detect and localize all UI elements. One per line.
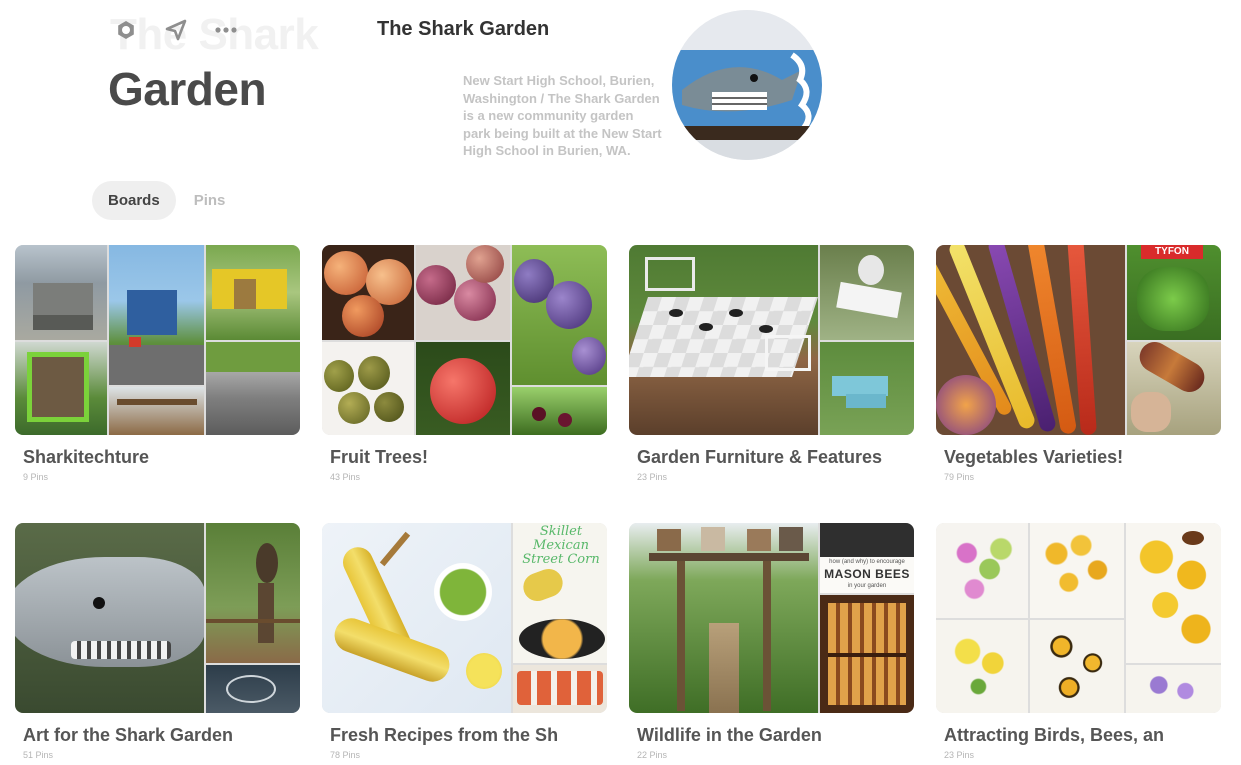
- board-cover[interactable]: [15, 523, 300, 713]
- board-title: Garden Furniture & Features: [637, 447, 883, 467]
- avatar[interactable]: [672, 10, 822, 160]
- cover-image: [1030, 523, 1124, 618]
- board-pin-count: 78 Pins: [330, 750, 361, 760]
- board-pin-count: 9 Pins: [23, 472, 49, 482]
- board-pin-count: 22 Pins: [637, 750, 668, 760]
- cover-image: [206, 523, 300, 663]
- cover-image: how (and why) to encourage MASON BEES in…: [820, 523, 914, 593]
- board-pin-count: 23 Pins: [944, 750, 975, 760]
- tab-boards[interactable]: Boards: [92, 181, 176, 220]
- cover-image: [206, 342, 300, 435]
- brand-tag: TYFON: [1141, 245, 1203, 259]
- board-cover[interactable]: [15, 245, 300, 435]
- board-pin-count: 79 Pins: [944, 472, 975, 482]
- cover-caption-tail: in your garden: [847, 583, 887, 589]
- board-title: Fresh Recipes from the Sh: [330, 725, 559, 745]
- board-card[interactable]: how (and why) to encourage MASON BEES in…: [629, 523, 914, 760]
- board-cover[interactable]: Skillet Mexican Street Corn: [322, 523, 607, 713]
- board-title: Attracting Birds, Bees, an: [944, 725, 1165, 745]
- cover-image: [820, 245, 914, 340]
- cover-image: [820, 342, 914, 435]
- board-cover[interactable]: [629, 245, 914, 435]
- cover-image: Skillet Mexican Street Corn: [513, 523, 607, 663]
- board-title: Wildlife in the Garden: [637, 725, 822, 745]
- cover-image: [206, 245, 300, 340]
- cover-image: [109, 245, 204, 385]
- cover-image: [15, 342, 107, 435]
- cover-image: [629, 523, 818, 713]
- cover-image: [109, 387, 204, 435]
- cover-image: [512, 245, 607, 385]
- cover-image: [512, 387, 607, 435]
- cover-image: [322, 342, 414, 435]
- page-title: Garden: [108, 63, 267, 115]
- profile-about: New Start High School, Burien, Washingto…: [463, 73, 662, 158]
- board-card[interactable]: Sharkitechture 9 Pins: [15, 245, 300, 482]
- board-pin-count: 51 Pins: [23, 750, 54, 760]
- cover-caption-big: MASON BEES: [824, 567, 910, 581]
- cover-image: [15, 245, 107, 340]
- board-title: Art for the Shark Garden: [23, 725, 234, 745]
- cover-image: [416, 342, 510, 435]
- cover-image: [513, 665, 607, 713]
- cover-image: TYFON: [1127, 245, 1221, 340]
- sticky-title: The Shark Garden: [377, 18, 550, 40]
- cover-image: [206, 665, 300, 713]
- share-icon[interactable]: [162, 16, 190, 44]
- board-card[interactable]: Skillet Mexican Street Corn Fresh Recipe…: [322, 523, 607, 760]
- cover-image: [1126, 665, 1221, 713]
- board-card[interactable]: Fruit Trees! 43 Pins: [322, 245, 607, 482]
- cover-image: [15, 523, 204, 713]
- tab-pins[interactable]: Pins: [190, 181, 242, 220]
- board-title: Sharkitechture: [23, 447, 150, 467]
- tabs: Boards Pins: [92, 181, 241, 220]
- cover-image: [936, 245, 1125, 435]
- board-pin-count: 43 Pins: [330, 472, 361, 482]
- board-cover[interactable]: [322, 245, 607, 435]
- cover-caption-small: how (and why) to encourage: [829, 559, 905, 565]
- header-actions: [112, 16, 240, 44]
- board-title: Vegetables Varieties!: [944, 447, 1124, 467]
- board-card[interactable]: TYFON Vegetables Varieties! 79 Pins: [936, 245, 1221, 482]
- cover-image: [936, 523, 1028, 618]
- cover-image: [322, 245, 414, 340]
- cover-image: [1126, 523, 1221, 663]
- more-icon[interactable]: [212, 16, 240, 44]
- cover-image: [936, 620, 1028, 713]
- settings-icon[interactable]: [112, 16, 140, 44]
- board-card[interactable]: Attracting Birds, Bees, an 23 Pins: [936, 523, 1221, 760]
- cover-image: [1127, 342, 1221, 435]
- board-card[interactable]: Art for the Shark Garden 51 Pins: [15, 523, 300, 760]
- board-pin-count: 23 Pins: [637, 472, 668, 482]
- cover-image: [629, 245, 818, 435]
- cover-image: [416, 245, 510, 340]
- cover-image: [322, 523, 511, 713]
- board-cover[interactable]: TYFON: [936, 245, 1221, 435]
- board-title: Fruit Trees!: [330, 447, 429, 467]
- board-card[interactable]: Garden Furniture & Features 23 Pins: [629, 245, 914, 482]
- board-cover[interactable]: how (and why) to encourage MASON BEES in…: [629, 523, 914, 713]
- board-cover[interactable]: [936, 523, 1221, 713]
- cover-image: [1030, 620, 1124, 713]
- cover-image: [820, 595, 914, 713]
- recipe-caption: Skillet Mexican Street Corn: [522, 524, 600, 567]
